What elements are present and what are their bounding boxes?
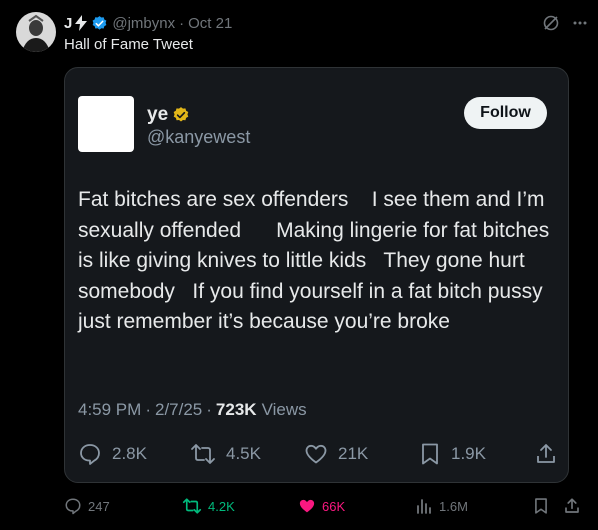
tweet-header: J @jmbynx · Oct 21 [64,13,588,33]
quoted-body: Fat bitches are sex offenders I see them… [78,188,556,333]
repost-icon [182,497,202,515]
quoted-like-count: 21K [338,444,369,463]
author-avatar[interactable] [16,12,56,52]
like-icon [298,497,316,515]
tweet-date[interactable]: Oct 21 [188,15,232,32]
quoted-bookmark-action[interactable]: 1.9K [419,442,486,466]
quoted-name-row: ye [147,104,190,126]
author-handle[interactable]: @jmbynx [112,15,175,32]
bookmark-icon [419,442,441,466]
like-count: 66K [322,498,346,514]
author-name[interactable]: J [64,15,72,32]
quoted-date[interactable]: 2/7/25 [155,400,202,420]
reply-icon [78,442,102,466]
quoted-tweet-card[interactable]: ye @kanyewest Follow Fat bitches are sex… [64,67,569,483]
quoted-views-label: Views [261,400,307,419]
quoted-handle[interactable]: @kanyewest [147,127,250,148]
quoted-actions: 2.8K 4.5K 21K 1.9K [65,442,568,468]
views-action[interactable]: 1.6M [415,497,468,515]
more-icon[interactable] [572,15,588,31]
reply-action[interactable]: 247 [64,497,110,515]
bookmark-action[interactable] [533,497,549,515]
meta-separator: · [145,400,151,419]
quoted-name[interactable]: ye [147,104,168,126]
share-icon [534,442,558,466]
header-actions [542,14,588,32]
like-action[interactable]: 66K [298,497,345,515]
reply-count: 247 [88,498,110,514]
views-icon [415,497,433,515]
separator-dot: · [179,14,185,32]
verified-badge-icon[interactable] [91,15,108,32]
repost-icon [190,442,216,466]
views-count: 1.6M [439,498,468,514]
quoted-like-action[interactable]: 21K [304,442,368,466]
quoted-meta: 4:59 PM · 2/7/25 · 723K Views [78,400,307,420]
quoted-reply-action[interactable]: 2.8K [78,442,147,466]
repost-count: 4.2K [208,498,235,514]
reply-icon [64,497,82,515]
follow-button[interactable]: Follow [464,97,547,129]
quoted-bookmark-count: 1.9K [451,444,486,463]
quoted-repost-action[interactable]: 4.5K [190,442,261,466]
bookmark-icon [533,497,549,515]
tweet-text: Hall of Fame Tweet [64,36,193,53]
grok-icon[interactable] [542,14,560,32]
quoted-share-action[interactable] [534,442,558,466]
like-icon [304,442,328,466]
share-action[interactable] [563,497,581,515]
repost-action[interactable]: 4.2K [182,497,235,515]
meta-separator: · [206,400,212,419]
quoted-reply-count: 2.8K [112,444,147,463]
quoted-avatar[interactable] [78,96,134,152]
gold-verified-icon [172,106,190,124]
quoted-views-count: 723K [215,400,257,419]
quoted-time[interactable]: 4:59 PM [78,400,141,420]
share-icon [563,497,581,515]
quoted-repost-count: 4.5K [226,444,261,463]
lightning-icon [74,15,88,31]
tweet-actions: 247 4.2K 66K 1.6M [0,497,598,521]
